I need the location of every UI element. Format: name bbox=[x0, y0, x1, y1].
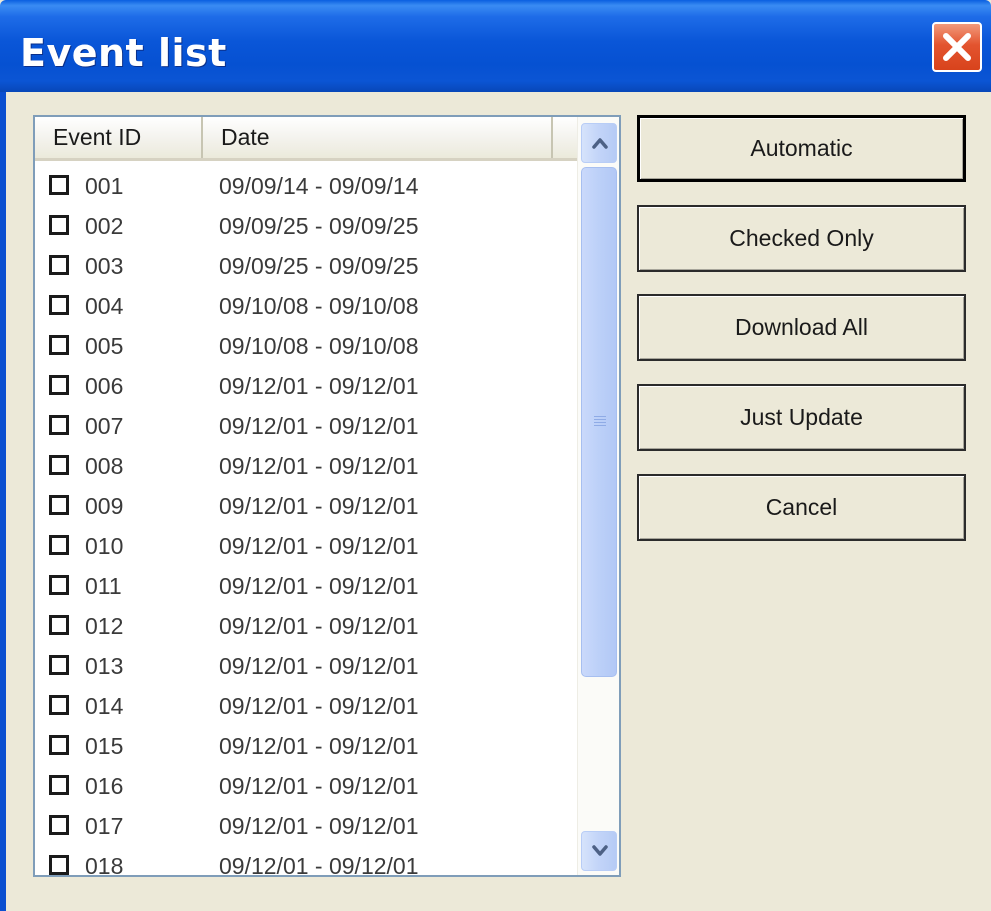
event-date-cell: 09/12/01 - 09/12/01 bbox=[219, 453, 419, 479]
row-checkbox[interactable] bbox=[49, 535, 69, 555]
event-date-cell: 09/10/08 - 09/10/08 bbox=[219, 333, 419, 359]
event-date-cell: 09/12/01 - 09/12/01 bbox=[219, 533, 419, 559]
table-row[interactable]: 016 09/12/01 - 09/12/01 bbox=[35, 766, 577, 806]
event-date-cell: 09/12/01 - 09/12/01 bbox=[219, 813, 419, 839]
table-row[interactable]: 015 09/12/01 - 09/12/01 bbox=[35, 726, 577, 766]
event-date-cell: 09/09/25 - 09/09/25 bbox=[219, 253, 419, 279]
column-header-date[interactable]: Date bbox=[203, 117, 553, 158]
event-date-cell: 09/12/01 - 09/12/01 bbox=[219, 373, 419, 399]
table-row[interactable]: 018 09/12/01 - 09/12/01 bbox=[35, 846, 577, 877]
table-row[interactable]: 008 09/12/01 - 09/12/01 bbox=[35, 446, 577, 486]
window-title: Event list bbox=[20, 31, 227, 75]
table-row[interactable]: 014 09/12/01 - 09/12/01 bbox=[35, 686, 577, 726]
table-row[interactable]: 011 09/12/01 - 09/12/01 bbox=[35, 566, 577, 606]
list-header: Event ID Date bbox=[35, 117, 577, 161]
event-id-cell: 018 bbox=[85, 853, 124, 877]
event-id-cell: 008 bbox=[85, 453, 124, 479]
event-id-cell: 015 bbox=[85, 733, 124, 759]
event-date-cell: 09/12/01 - 09/12/01 bbox=[219, 733, 419, 759]
row-checkbox[interactable] bbox=[49, 655, 69, 675]
event-id-cell: 001 bbox=[85, 173, 124, 199]
event-date-cell: 09/12/01 - 09/12/01 bbox=[219, 653, 419, 679]
event-id-cell: 012 bbox=[85, 613, 124, 639]
row-checkbox[interactable] bbox=[49, 615, 69, 635]
table-row[interactable]: 003 09/09/25 - 09/09/25 bbox=[35, 246, 577, 286]
row-checkbox[interactable] bbox=[49, 775, 69, 795]
event-date-cell: 09/10/08 - 09/10/08 bbox=[219, 293, 419, 319]
event-id-cell: 002 bbox=[85, 213, 124, 239]
row-checkbox[interactable] bbox=[49, 255, 69, 275]
automatic-button[interactable]: Automatic bbox=[637, 115, 966, 182]
row-checkbox[interactable] bbox=[49, 375, 69, 395]
table-row[interactable]: 001 09/09/14 - 09/09/14 bbox=[35, 166, 577, 206]
row-checkbox[interactable] bbox=[49, 455, 69, 475]
table-row[interactable]: 005 09/10/08 - 09/10/08 bbox=[35, 326, 577, 366]
row-checkbox[interactable] bbox=[49, 575, 69, 595]
row-checkbox[interactable] bbox=[49, 175, 69, 195]
event-id-cell: 014 bbox=[85, 693, 124, 719]
event-id-cell: 011 bbox=[85, 573, 122, 599]
event-list-view[interactable]: Event ID Date 001 09/09/14 - 09/09/14 002 0… bbox=[33, 115, 621, 877]
table-row[interactable]: 013 09/12/01 - 09/12/01 bbox=[35, 646, 577, 686]
table-row[interactable]: 010 09/12/01 - 09/12/01 bbox=[35, 526, 577, 566]
event-id-cell: 003 bbox=[85, 253, 124, 279]
event-id-cell: 004 bbox=[85, 293, 124, 319]
event-id-cell: 010 bbox=[85, 533, 124, 559]
row-checkbox[interactable] bbox=[49, 415, 69, 435]
checked-only-button[interactable]: Checked Only bbox=[637, 205, 966, 272]
event-date-cell: 09/09/14 - 09/09/14 bbox=[219, 173, 419, 199]
event-id-cell: 009 bbox=[85, 493, 124, 519]
table-row[interactable]: 006 09/12/01 - 09/12/01 bbox=[35, 366, 577, 406]
scroll-up-button[interactable] bbox=[581, 123, 617, 163]
table-row[interactable]: 012 09/12/01 - 09/12/01 bbox=[35, 606, 577, 646]
scroll-down-button[interactable] bbox=[581, 831, 617, 871]
just-update-button[interactable]: Just Update bbox=[637, 384, 966, 451]
table-row[interactable]: 002 09/09/25 - 09/09/25 bbox=[35, 206, 577, 246]
vertical-scrollbar[interactable] bbox=[577, 117, 619, 875]
row-checkbox[interactable] bbox=[49, 215, 69, 235]
table-row[interactable]: 017 09/12/01 - 09/12/01 bbox=[35, 806, 577, 846]
close-x-icon bbox=[943, 33, 971, 61]
event-date-cell: 09/12/01 - 09/12/01 bbox=[219, 573, 419, 599]
event-date-cell: 09/12/01 - 09/12/01 bbox=[219, 493, 419, 519]
chevron-down-icon bbox=[592, 845, 608, 856]
event-id-cell: 013 bbox=[85, 653, 124, 679]
event-date-cell: 09/12/01 - 09/12/01 bbox=[219, 413, 419, 439]
chevron-up-icon bbox=[592, 138, 608, 149]
row-checkbox[interactable] bbox=[49, 495, 69, 515]
event-date-cell: 09/12/01 - 09/12/01 bbox=[219, 853, 419, 877]
row-checkbox[interactable] bbox=[49, 815, 69, 835]
event-list-window: Event list Event ID Date 001 09/09/14 - 0… bbox=[0, 0, 991, 911]
title-bar[interactable]: Event list bbox=[0, 0, 991, 92]
window-frame-left bbox=[0, 92, 6, 911]
grip-icon bbox=[594, 416, 606, 428]
row-checkbox[interactable] bbox=[49, 695, 69, 715]
event-id-cell: 016 bbox=[85, 773, 124, 799]
event-date-cell: 09/12/01 - 09/12/01 bbox=[219, 693, 419, 719]
event-id-cell: 017 bbox=[85, 813, 124, 839]
scroll-thumb[interactable] bbox=[581, 167, 617, 677]
event-date-cell: 09/09/25 - 09/09/25 bbox=[219, 213, 419, 239]
cancel-button[interactable]: Cancel bbox=[637, 474, 966, 541]
event-date-cell: 09/12/01 - 09/12/01 bbox=[219, 773, 419, 799]
event-id-cell: 006 bbox=[85, 373, 124, 399]
list-rows: 001 09/09/14 - 09/09/14 002 09/09/25 - 09/0… bbox=[35, 166, 577, 877]
column-header-event-id[interactable]: Event ID bbox=[35, 117, 203, 158]
row-checkbox[interactable] bbox=[49, 295, 69, 315]
row-checkbox[interactable] bbox=[49, 735, 69, 755]
table-row[interactable]: 009 09/12/01 - 09/12/01 bbox=[35, 486, 577, 526]
event-id-cell: 005 bbox=[85, 333, 124, 359]
download-all-button[interactable]: Download All bbox=[637, 294, 966, 361]
row-checkbox[interactable] bbox=[49, 335, 69, 355]
close-button[interactable] bbox=[932, 22, 982, 72]
event-id-cell: 007 bbox=[85, 413, 124, 439]
table-row[interactable]: 004 09/10/08 - 09/10/08 bbox=[35, 286, 577, 326]
row-checkbox[interactable] bbox=[49, 855, 69, 875]
table-row[interactable]: 007 09/12/01 - 09/12/01 bbox=[35, 406, 577, 446]
event-date-cell: 09/12/01 - 09/12/01 bbox=[219, 613, 419, 639]
